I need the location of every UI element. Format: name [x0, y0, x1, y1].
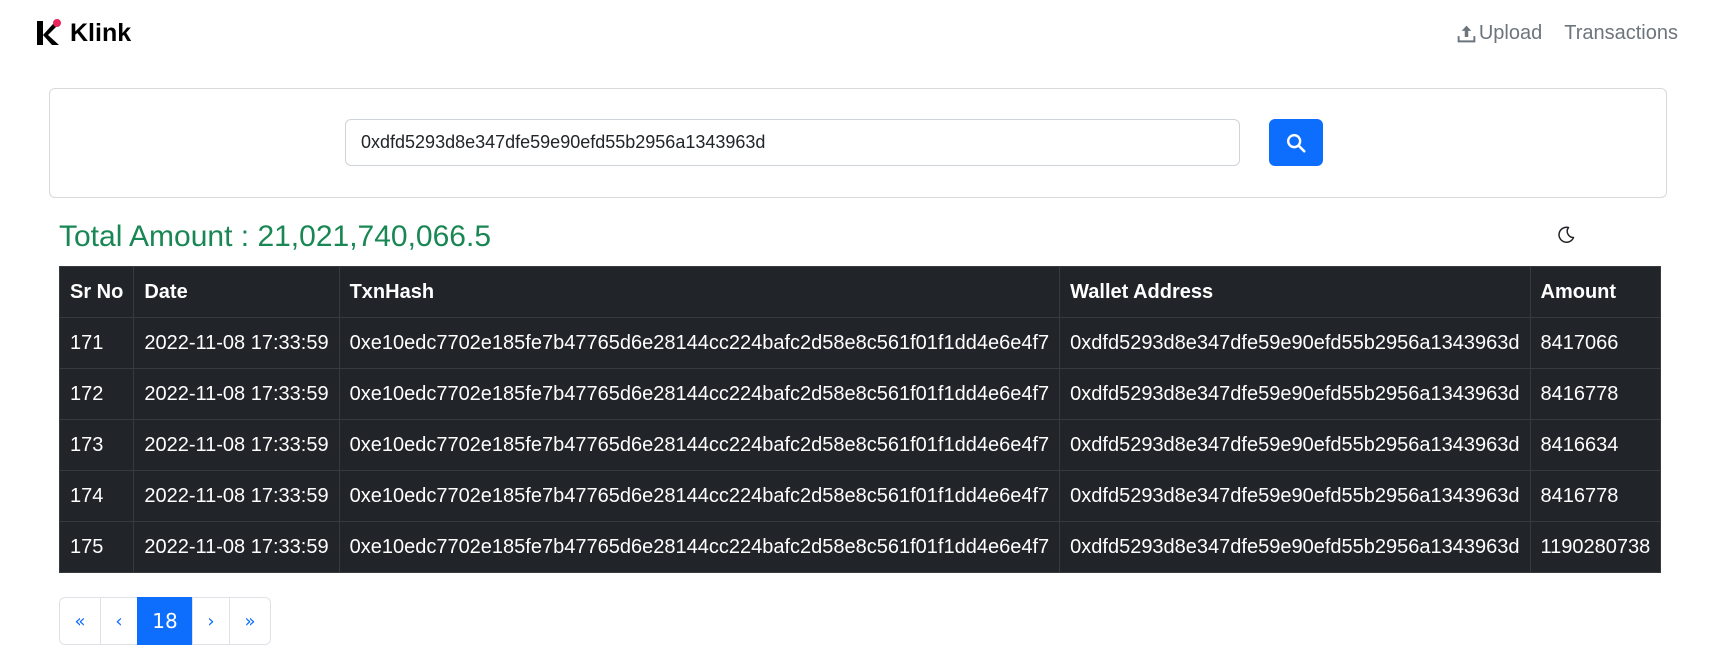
header-wallet-address: Wallet Address	[1059, 266, 1531, 318]
top-navbar: Klink Upload Transactions	[0, 0, 1713, 72]
table-row: 172 2022-11-08 17:33:59 0xe10edc7702e185…	[58, 368, 1662, 420]
cell-wallet-address: 0xdfd5293d8e347dfe59e90efd55b2956a134396…	[1059, 419, 1531, 471]
moon-icon	[1558, 225, 1575, 243]
header-date: Date	[133, 266, 340, 318]
cell-sr-no: 173	[58, 419, 135, 471]
cell-sr-no: 171	[58, 317, 135, 369]
upload-icon	[1457, 25, 1476, 43]
transactions-table: Sr No Date TxnHash Wallet Address Amount…	[58, 266, 1662, 573]
cell-wallet-address: 0xdfd5293d8e347dfe59e90efd55b2956a134396…	[1059, 368, 1531, 420]
transactions-link[interactable]: Transactions	[1564, 22, 1678, 45]
table-row: 174 2022-11-08 17:33:59 0xe10edc7702e185…	[58, 470, 1662, 522]
header-amount: Amount	[1529, 266, 1662, 318]
search-card	[49, 88, 1667, 198]
cell-txn-hash: 0xe10edc7702e185fe7b47765d6e28144cc224ba…	[338, 419, 1061, 471]
total-amount: Total Amount : 21,021,740,066.5	[59, 220, 491, 253]
search-button[interactable]	[1269, 119, 1323, 166]
cell-sr-no: 175	[58, 521, 135, 573]
theme-toggle-button[interactable]	[1553, 223, 1579, 249]
cell-amount: 8417066	[1529, 317, 1662, 369]
cell-date: 2022-11-08 17:33:59	[133, 317, 340, 369]
cell-sr-no: 174	[58, 470, 135, 522]
header-sr-no: Sr No	[58, 266, 135, 318]
cell-sr-no: 172	[58, 368, 135, 420]
cell-date: 2022-11-08 17:33:59	[133, 419, 340, 471]
cell-date: 2022-11-08 17:33:59	[133, 470, 340, 522]
table-row: 175 2022-11-08 17:33:59 0xe10edc7702e185…	[58, 521, 1662, 573]
upload-link[interactable]: Upload	[1456, 22, 1542, 45]
search-input[interactable]	[345, 119, 1240, 166]
pagination: « ‹ 18 › »	[59, 597, 271, 645]
last-page-button[interactable]: »	[229, 597, 271, 645]
cell-amount: 1190280738	[1529, 521, 1662, 573]
upload-link-label: Upload	[1478, 22, 1543, 44]
brand-name: Klink	[70, 18, 132, 47]
brand-logo[interactable]: Klink	[36, 18, 131, 48]
cell-txn-hash: 0xe10edc7702e185fe7b47765d6e28144cc224ba…	[338, 317, 1061, 369]
table-row: 171 2022-11-08 17:33:59 0xe10edc7702e185…	[58, 317, 1662, 369]
cell-date: 2022-11-08 17:33:59	[133, 521, 340, 573]
cell-amount: 8416778	[1529, 470, 1662, 522]
cell-txn-hash: 0xe10edc7702e185fe7b47765d6e28144cc224ba…	[338, 470, 1061, 522]
current-page-button[interactable]: 18	[137, 597, 193, 645]
first-page-button[interactable]: «	[59, 597, 101, 645]
search-icon	[1287, 133, 1306, 153]
table-row: 173 2022-11-08 17:33:59 0xe10edc7702e185…	[58, 419, 1662, 471]
cell-date: 2022-11-08 17:33:59	[133, 368, 340, 420]
cell-amount: 8416778	[1529, 368, 1662, 420]
cell-txn-hash: 0xe10edc7702e185fe7b47765d6e28144cc224ba…	[338, 521, 1061, 573]
nav-links: Upload Transactions	[1456, 22, 1678, 45]
table-header-row: Sr No Date TxnHash Wallet Address Amount	[58, 266, 1662, 318]
cell-txn-hash: 0xe10edc7702e185fe7b47765d6e28144cc224ba…	[338, 368, 1061, 420]
cell-wallet-address: 0xdfd5293d8e347dfe59e90efd55b2956a134396…	[1059, 317, 1531, 369]
transactions-link-label: Transactions	[1564, 22, 1678, 44]
cell-wallet-address: 0xdfd5293d8e347dfe59e90efd55b2956a134396…	[1059, 470, 1531, 522]
next-page-button[interactable]: ›	[192, 597, 230, 645]
klink-logo-icon	[37, 19, 61, 45]
cell-wallet-address: 0xdfd5293d8e347dfe59e90efd55b2956a134396…	[1059, 521, 1531, 573]
prev-page-button[interactable]: ‹	[100, 597, 138, 645]
cell-amount: 8416634	[1529, 419, 1662, 471]
header-txn-hash: TxnHash	[338, 266, 1061, 318]
summary-row: Total Amount : 21,021,740,066.5	[59, 220, 1659, 260]
